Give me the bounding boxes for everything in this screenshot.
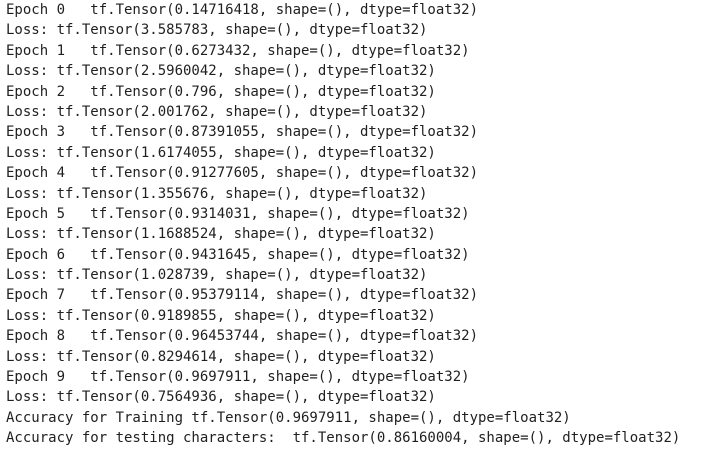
output-line-loss-9: Loss: tf.Tensor(0.7564936, shape=(), dty…	[6, 389, 436, 406]
output-line-epoch-4: Epoch 4 tf.Tensor(0.91277605, shape=(), …	[6, 165, 479, 182]
output-line-loss-3: Loss: tf.Tensor(1.6174055, shape=(), dty…	[6, 144, 436, 161]
output-line-epoch-2: Epoch 2 tf.Tensor(0.796, shape=(), dtype…	[6, 83, 436, 100]
output-line-loss-4: Loss: tf.Tensor(1.355676, shape=(), dtyp…	[6, 185, 428, 202]
output-line-testing-accuracy: Accuracy for testing characters: tf.Tens…	[6, 430, 681, 447]
output-line-epoch-1: Epoch 1 tf.Tensor(0.6273432, shape=(), d…	[6, 42, 470, 59]
output-line-loss-6: Loss: tf.Tensor(1.028739, shape=(), dtyp…	[6, 267, 428, 284]
output-line-loss-1: Loss: tf.Tensor(2.5960042, shape=(), dty…	[6, 63, 436, 80]
output-line-epoch-3: Epoch 3 tf.Tensor(0.87391055, shape=(), …	[6, 124, 479, 141]
output-line-epoch-7: Epoch 7 tf.Tensor(0.95379114, shape=(), …	[6, 287, 479, 304]
output-line-epoch-8: Epoch 8 tf.Tensor(0.96453744, shape=(), …	[6, 328, 479, 345]
output-line-epoch-9: Epoch 9 tf.Tensor(0.9697911, shape=(), d…	[6, 369, 470, 386]
output-line-epoch-0: Epoch 0 tf.Tensor(0.14716418, shape=(), …	[6, 2, 479, 18]
output-line-loss-0: Loss: tf.Tensor(3.585783, shape=(), dtyp…	[6, 22, 428, 39]
output-line-loss-7: Loss: tf.Tensor(0.9189855, shape=(), dty…	[6, 307, 436, 324]
output-line-epoch-6: Epoch 6 tf.Tensor(0.9431645, shape=(), d…	[6, 246, 470, 263]
output-line-loss-2: Loss: tf.Tensor(2.001762, shape=(), dtyp…	[6, 103, 428, 120]
output-line-loss-8: Loss: tf.Tensor(0.8294614, shape=(), dty…	[6, 348, 436, 365]
console-output: Epoch 0 tf.Tensor(0.14716418, shape=(), …	[0, 0, 723, 447]
output-line-epoch-5: Epoch 5 tf.Tensor(0.9314031, shape=(), d…	[6, 205, 470, 222]
output-line-loss-5: Loss: tf.Tensor(1.1688524, shape=(), dty…	[6, 226, 436, 243]
output-line-training-accuracy: Accuracy for Training tf.Tensor(0.969791…	[6, 409, 571, 426]
